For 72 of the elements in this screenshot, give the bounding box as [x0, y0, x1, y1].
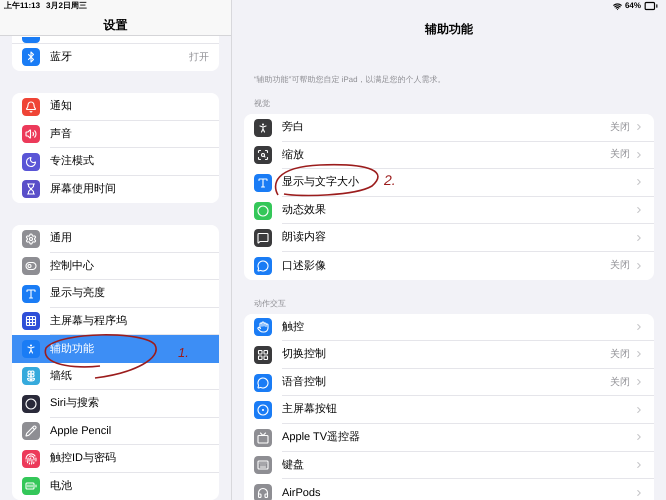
- row-label: 动态效果: [282, 202, 326, 218]
- sidebar-title: 设置: [104, 17, 128, 34]
- sidebar-item[interactable]: 电池: [12, 472, 219, 500]
- handwritten-number: 1.: [178, 344, 189, 362]
- settings-row[interactable]: Apple TV遥控器: [244, 424, 654, 452]
- row-label: Apple TV遥控器: [282, 430, 360, 445]
- sidebar-item[interactable]: 触控ID与密码: [12, 445, 219, 472]
- item-label: 通知: [50, 98, 72, 114]
- page-title: 辅助功能: [425, 21, 473, 38]
- settings-row[interactable]: 动态效果: [244, 196, 654, 224]
- section-header: 动作交互: [253, 298, 287, 310]
- item-label: Apple Pencil: [50, 424, 112, 438]
- row-value: 关闭: [610, 348, 630, 362]
- row-label: 触控: [282, 320, 304, 335]
- item-value: 打开: [189, 50, 209, 65]
- row-label: 显示与文字大小: [282, 174, 359, 190]
- sidebar-item[interactable]: Apple Pencil: [12, 418, 219, 445]
- sidebar-item[interactable]: 通用: [12, 225, 219, 252]
- settings-row[interactable]: 语音控制 关闭: [244, 368, 654, 396]
- row-label: 旁白: [282, 120, 304, 136]
- description-text: “辅助功能”可帮助您自定 iPad，以满足您的个人需求。: [253, 75, 446, 84]
- settings-row[interactable]: AirPods: [244, 479, 654, 500]
- row-label: 缩放: [282, 148, 304, 163]
- settings-row[interactable]: 触控: [244, 314, 654, 342]
- settings-row[interactable]: 切换控制 关闭: [244, 341, 654, 369]
- row-label: 口述影像: [282, 258, 326, 274]
- item-label: 蓝牙: [50, 50, 72, 65]
- item-label: 主屏幕与程序坞: [50, 314, 127, 328]
- sidebar-item[interactable]: 屏幕使用时间: [12, 176, 219, 203]
- settings-row[interactable]: 缩放 关闭: [244, 142, 654, 170]
- row-value: 关闭: [610, 376, 630, 390]
- settings-row[interactable]: 键盘: [244, 452, 654, 480]
- sidebar-item[interactable]: 蓝牙 打开: [12, 44, 219, 71]
- item-label: 声音: [50, 126, 72, 142]
- row-label: 切换控制: [282, 347, 326, 362]
- sidebar-item[interactable]: 显示与亮度: [12, 280, 219, 308]
- sidebar-item[interactable]: Siri与搜索: [12, 390, 219, 418]
- item-label: 辅助功能: [50, 342, 94, 356]
- settings-row[interactable]: 主屏幕按钮: [244, 396, 654, 424]
- row-value: 关闭: [610, 120, 630, 135]
- section-header: 视觉: [253, 98, 271, 110]
- sidebar-item[interactable]: 专注模式: [12, 148, 219, 176]
- settings-row[interactable]: 朗读内容: [244, 224, 654, 252]
- status-time: 上午11:13: [4, 0, 40, 12]
- row-label: 语音控制: [282, 374, 326, 390]
- item-label: 通用: [50, 230, 72, 246]
- item-label: 电池: [50, 479, 72, 494]
- row-label: 朗读内容: [282, 230, 326, 246]
- status-date: 3月2日周三: [46, 0, 87, 12]
- sidebar-item[interactable]: 声音: [12, 120, 219, 148]
- item-label: 触控ID与密码: [50, 450, 116, 466]
- app-icon: [22, 36, 40, 42]
- row-label: 主屏幕按钮: [282, 402, 337, 418]
- item-label: 屏幕使用时间: [50, 182, 116, 197]
- row-label: AirPods: [282, 486, 321, 500]
- battery-icon: [644, 0, 658, 13]
- item-label: 专注模式: [50, 154, 94, 169]
- sidebar-item[interactable]: 通知: [12, 93, 219, 120]
- settings-row[interactable]: 口述影像 关闭: [244, 252, 654, 280]
- item-label: 控制中心: [50, 258, 94, 274]
- sidebar-item[interactable]: 墙纸: [12, 362, 219, 390]
- settings-row[interactable]: 旁白 关闭: [244, 114, 654, 142]
- row-value: 关闭: [610, 148, 630, 162]
- row-label: 键盘: [282, 458, 304, 473]
- battery-percent: 64%: [624, 0, 641, 12]
- item-label: 显示与亮度: [50, 286, 105, 301]
- handwritten-number: 2.: [384, 171, 396, 190]
- wifi-icon: [612, 2, 622, 10]
- item-label: Siri与搜索: [50, 396, 99, 411]
- item-label: 墙纸: [50, 368, 72, 384]
- sidebar-item[interactable]: 控制中心: [12, 252, 219, 280]
- row-value: 关闭: [610, 258, 630, 274]
